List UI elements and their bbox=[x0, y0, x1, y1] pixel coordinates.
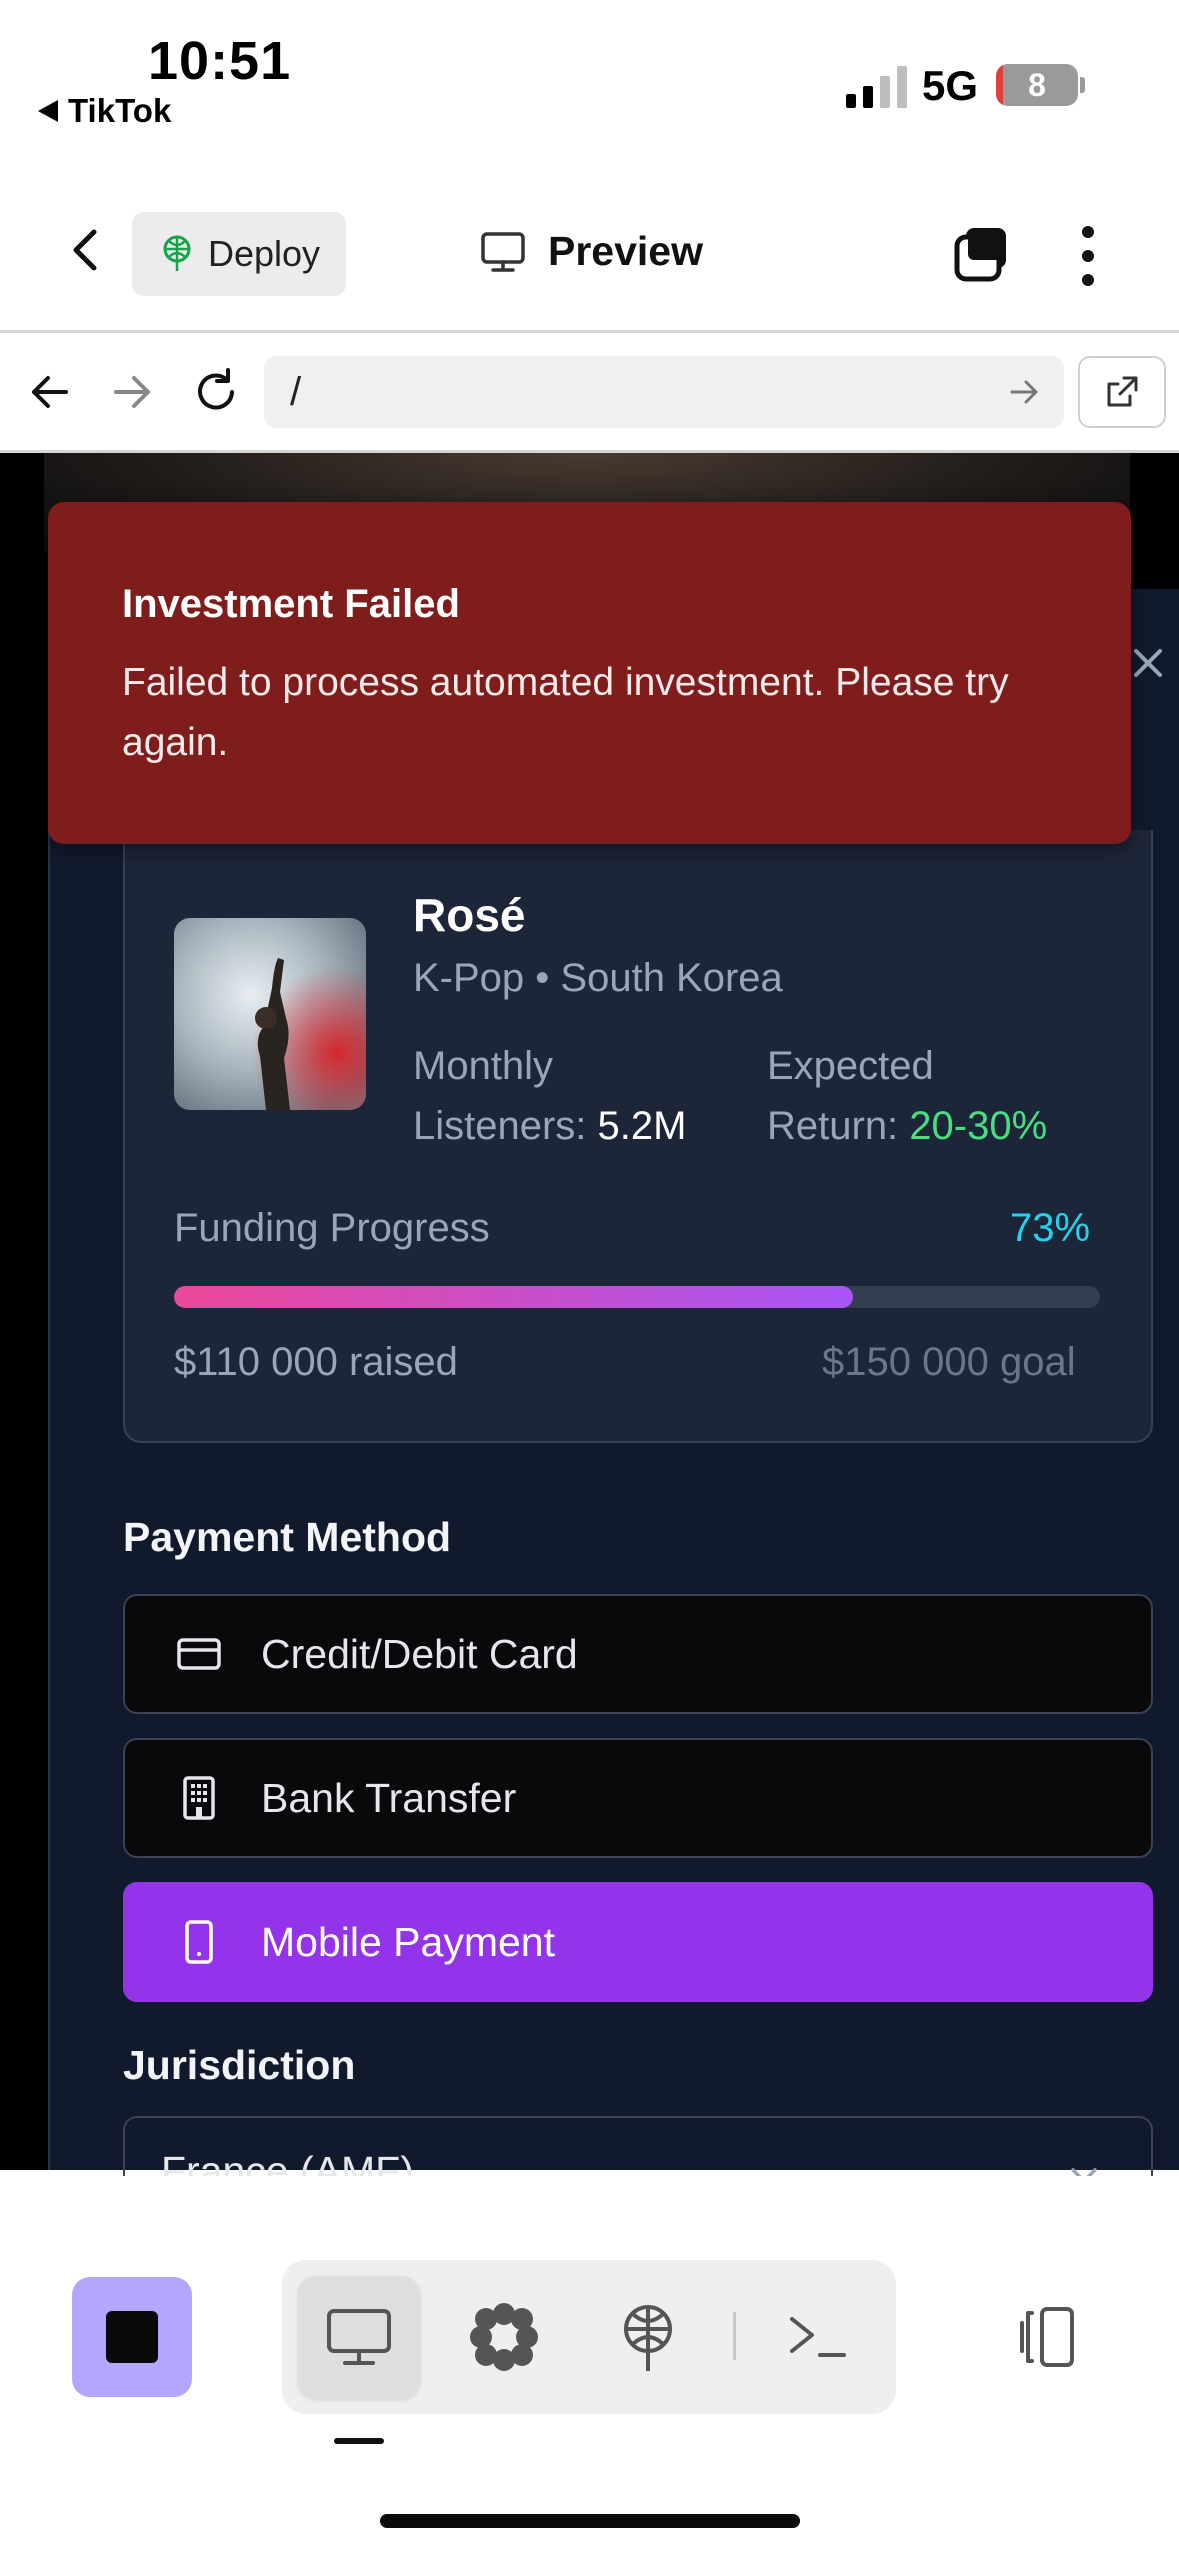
payment-option-label: Bank Transfer bbox=[261, 1774, 517, 1821]
preview-tab[interactable]: Preview bbox=[480, 228, 703, 275]
listeners-label-line2: Listeners: bbox=[413, 1104, 598, 1148]
payment-option-label: Mobile Payment bbox=[261, 1918, 555, 1965]
jurisdiction-value: France (AMF) bbox=[161, 2148, 414, 2176]
flower-icon[interactable] bbox=[466, 2299, 542, 2375]
funding-progress-bar bbox=[174, 1286, 1100, 1308]
artist-genre-country: K-Pop • South Korea bbox=[413, 956, 783, 1000]
arrow-left-icon[interactable] bbox=[22, 364, 78, 420]
terminal-icon[interactable] bbox=[780, 2299, 856, 2375]
back-app-label: TikTok bbox=[68, 92, 172, 129]
tool-divider bbox=[733, 2312, 736, 2360]
toast-title: Investment Failed bbox=[122, 582, 460, 626]
chevron-down-icon bbox=[1071, 2168, 1097, 2176]
split-view-icon[interactable] bbox=[1008, 2299, 1084, 2375]
stop-button[interactable] bbox=[72, 2277, 192, 2397]
go-arrow-icon[interactable] bbox=[1004, 372, 1044, 412]
return-label-line1: Expected bbox=[767, 1044, 934, 1088]
stop-icon bbox=[106, 2311, 158, 2363]
monitor-icon[interactable] bbox=[321, 2299, 397, 2375]
funding-goal: $150 000 goal bbox=[822, 1340, 1076, 1384]
external-link-icon bbox=[1107, 376, 1138, 407]
close-icon[interactable] bbox=[1128, 643, 1168, 683]
reload-icon[interactable] bbox=[188, 364, 244, 420]
globe-tree-icon bbox=[163, 235, 191, 271]
building-icon bbox=[183, 1776, 215, 1820]
url-text: / bbox=[290, 369, 302, 414]
monthly-listeners-stat: Monthly Listeners: 5.2M bbox=[413, 1036, 686, 1156]
return-value: 20-30% bbox=[909, 1104, 1048, 1148]
monitor-icon bbox=[481, 231, 525, 272]
payment-option-label: Credit/Debit Card bbox=[261, 1630, 578, 1677]
payment-option-bank[interactable]: Bank Transfer bbox=[123, 1738, 1153, 1858]
open-external-button[interactable] bbox=[1078, 356, 1166, 428]
payment-option-card[interactable]: Credit/Debit Card bbox=[123, 1594, 1153, 1714]
url-input[interactable]: / bbox=[264, 356, 1064, 428]
deploy-button[interactable]: Deploy bbox=[132, 212, 346, 296]
battery-percent: 8 bbox=[1028, 67, 1046, 103]
listeners-label-line1: Monthly bbox=[413, 1044, 554, 1088]
deploy-label: Deploy bbox=[208, 233, 321, 274]
payment-method-title: Payment Method bbox=[123, 1514, 452, 1560]
signal-icon bbox=[846, 64, 907, 108]
return-label-line2: Return: bbox=[767, 1104, 910, 1148]
jurisdiction-select[interactable]: France (AMF) bbox=[123, 2116, 1153, 2176]
status-time: 10:51 bbox=[148, 31, 292, 91]
credit-card-icon bbox=[177, 1638, 221, 1670]
funding-progress-fill bbox=[174, 1286, 853, 1308]
expected-return-stat: Expected Return: 20-30% bbox=[767, 1036, 1047, 1156]
more-options-kebab-icon[interactable] bbox=[1074, 226, 1102, 286]
battery-cap bbox=[1080, 77, 1085, 93]
toast-message: Failed to process automated investment. … bbox=[122, 661, 1009, 764]
back-triangle-icon bbox=[38, 100, 58, 122]
error-toast[interactable]: Investment Failed Failed to process auto… bbox=[48, 502, 1131, 844]
chevron-left-icon[interactable] bbox=[58, 222, 114, 278]
payment-option-mobile[interactable]: Mobile Payment bbox=[123, 1882, 1153, 2002]
jurisdiction-title: Jurisdiction bbox=[123, 2042, 356, 2088]
funding-progress-label: Funding Progress bbox=[174, 1206, 490, 1250]
funding-percent: 73% bbox=[1010, 1206, 1091, 1250]
globe-tree-icon[interactable] bbox=[610, 2299, 686, 2375]
smartphone-icon bbox=[185, 1920, 213, 1964]
tabs-icon[interactable] bbox=[952, 224, 1012, 284]
toolbar-divider bbox=[0, 330, 1179, 333]
amount-raised: $110 000 raised bbox=[174, 1340, 458, 1384]
preview-label: Preview bbox=[548, 228, 703, 274]
artist-name: Rosé bbox=[413, 889, 526, 941]
battery-icon: 8 bbox=[996, 64, 1078, 106]
back-to-app-link[interactable]: TikTok bbox=[38, 92, 171, 130]
arrow-right-icon[interactable] bbox=[104, 364, 160, 420]
artist-photo bbox=[174, 918, 366, 1110]
network-type: 5G bbox=[922, 62, 979, 109]
home-indicator[interactable] bbox=[380, 2514, 800, 2528]
active-tool-indicator bbox=[334, 2438, 384, 2444]
listeners-value: 5.2M bbox=[597, 1104, 687, 1148]
